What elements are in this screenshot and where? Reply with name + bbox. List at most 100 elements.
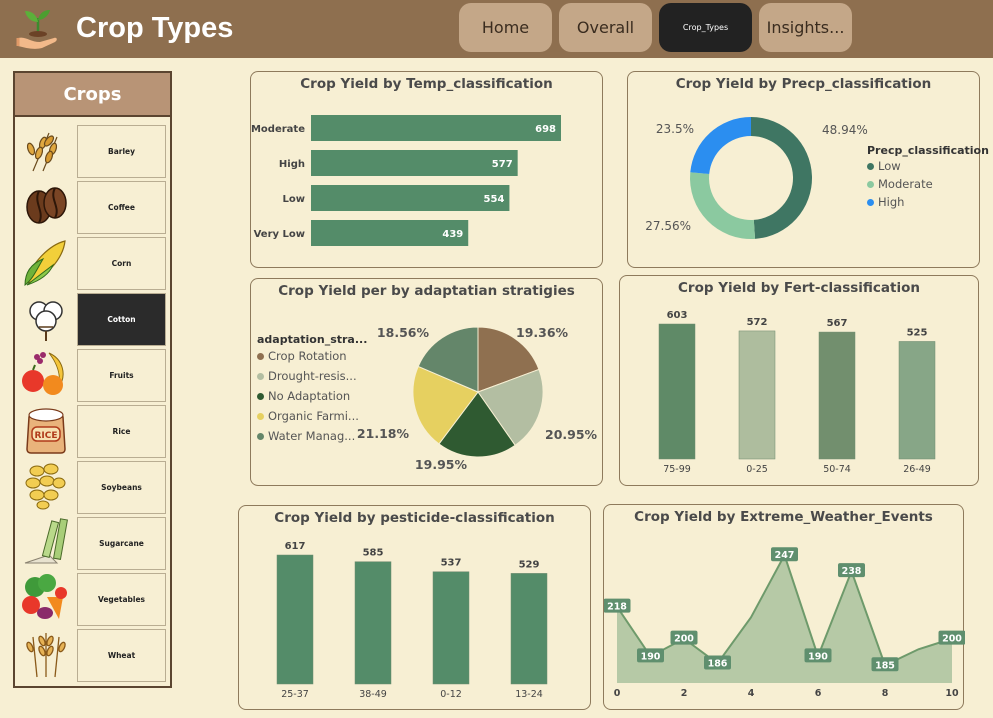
crop-button-vegetables[interactable]: Vegetables xyxy=(77,573,166,626)
legend-item: Low xyxy=(867,157,989,175)
crop-button-fruits[interactable]: Fruits xyxy=(77,349,166,402)
bar xyxy=(311,185,510,211)
category-label: 13-24 xyxy=(515,689,543,700)
data-label: 186 xyxy=(708,658,728,669)
bar xyxy=(510,573,548,685)
adaptation-legend: adaptation_stra... Crop Rotation Drought… xyxy=(257,333,367,446)
bar xyxy=(658,323,696,460)
header-bar: Crop Types Home Overall Crop_Types Insig… xyxy=(0,0,993,58)
fruits-icon xyxy=(22,352,64,395)
data-label: 190 xyxy=(641,651,661,662)
crop-button-wheat[interactable]: Wheat xyxy=(77,629,166,682)
x-tick-label: 2 xyxy=(681,688,688,699)
x-tick-label: 4 xyxy=(748,688,755,699)
legend-item: Crop Rotation xyxy=(257,346,367,366)
donut-slice xyxy=(690,117,751,175)
donut-slice xyxy=(751,117,812,239)
x-tick-label: 8 xyxy=(882,688,889,699)
nav-insights-button[interactable]: Insights... xyxy=(759,3,852,52)
nav-crop-types-button[interactable]: Crop_Types xyxy=(659,3,752,52)
plant-in-hand-icon xyxy=(16,10,57,49)
category-label: Low xyxy=(283,194,305,205)
extreme-weather-chart-card: Crop Yield by Extreme_Weather_Events 218… xyxy=(603,504,965,710)
data-label: 567 xyxy=(827,318,848,329)
adaptation-strategies-chart-card: Crop Yield per by adaptatian stratigies … xyxy=(250,278,603,486)
legend-item: Organic Farmi... xyxy=(257,406,367,426)
data-label: 572 xyxy=(747,317,768,328)
data-label: 238 xyxy=(842,566,862,577)
pesticide-classification-column-chart: 617 25-37 585 38-49 537 0-12 529 13-24 xyxy=(276,541,548,700)
data-label: 585 xyxy=(363,548,384,559)
fert-classification-chart-card: Crop Yield by Fert-classification 603 75-… xyxy=(619,275,979,486)
corn-icon xyxy=(24,240,66,287)
crops-panel-title: Crops xyxy=(15,73,170,117)
bar xyxy=(276,554,314,685)
svg-text:RICE: RICE xyxy=(34,431,57,441)
legend-item: High xyxy=(867,193,989,211)
category-label: 25-37 xyxy=(281,689,309,700)
legend-swatch xyxy=(257,412,264,420)
precp-classification-chart-card: Crop Yield by Precp_classification 48.94… xyxy=(627,71,989,268)
legend-swatch xyxy=(257,352,264,360)
category-label: 0-25 xyxy=(746,464,768,475)
legend-label: High xyxy=(878,195,905,209)
category-label: 26-49 xyxy=(903,464,931,475)
legend-item: Water Manag... xyxy=(257,426,367,446)
data-label: 247 xyxy=(775,550,795,561)
area-fill xyxy=(617,555,952,683)
nav-overall-button[interactable]: Overall xyxy=(559,3,652,52)
data-label: 18.56% xyxy=(377,325,430,340)
data-label: 537 xyxy=(441,558,462,569)
crop-button-coffee[interactable]: Coffee xyxy=(77,181,166,234)
legend-label: Moderate xyxy=(878,177,933,191)
bar xyxy=(311,150,518,176)
wheat-icon xyxy=(26,633,66,678)
data-label: 27.56% xyxy=(645,219,691,233)
data-label: 617 xyxy=(285,541,306,552)
bar xyxy=(311,115,561,141)
coffee-bean-icon xyxy=(26,187,67,224)
crop-button-corn[interactable]: Corn xyxy=(77,237,166,290)
legend-swatch xyxy=(867,180,874,188)
bar xyxy=(818,331,856,460)
legend-swatch xyxy=(867,162,874,170)
crop-button-barley[interactable]: Barley xyxy=(77,125,166,178)
pesticide-classification-chart-card: Crop Yield by pesticide-classification 6… xyxy=(238,505,591,710)
category-label: 75-99 xyxy=(663,464,691,475)
data-label: 525 xyxy=(907,327,928,338)
legend-swatch xyxy=(257,392,264,400)
data-label: 19.95% xyxy=(415,457,468,472)
bar xyxy=(738,330,776,460)
data-label: 698 xyxy=(535,124,556,135)
crop-button-rice[interactable]: Rice xyxy=(77,405,166,458)
legend-label: Organic Farmi... xyxy=(268,409,359,423)
extreme-weather-area-chart: 218 190 200 186 247 190 238 185 200 0 2 4 6 8 10 xyxy=(604,547,965,699)
legend-item: Drought-resis... xyxy=(257,366,367,386)
data-label: 23.5% xyxy=(656,122,694,136)
legend-label: No Adaptation xyxy=(268,389,351,403)
data-label: 218 xyxy=(607,602,627,613)
crop-button-cotton[interactable]: Cotton xyxy=(77,293,166,346)
category-label: 0-12 xyxy=(440,689,462,700)
data-label: 19.36% xyxy=(516,325,569,340)
x-tick-label: 6 xyxy=(815,688,822,699)
legend-item: No Adaptation xyxy=(257,386,367,406)
category-label: 50-74 xyxy=(823,464,851,475)
data-label: 20.95% xyxy=(545,427,598,442)
barley-icon xyxy=(26,132,58,172)
precp-legend: Precp_classification Low Moderate High xyxy=(867,144,989,211)
bar xyxy=(354,561,392,685)
legend-title: Precp_classification xyxy=(867,144,989,157)
data-label: 439 xyxy=(442,229,463,240)
nav-home-button[interactable]: Home xyxy=(459,3,552,52)
legend-swatch xyxy=(257,372,264,380)
category-label: 38-49 xyxy=(359,689,387,700)
bar xyxy=(898,341,936,460)
crop-button-soybeans[interactable]: Soybeans xyxy=(77,461,166,514)
page-title: Crop Types xyxy=(76,12,234,44)
category-label: High xyxy=(279,159,305,170)
vegetables-icon xyxy=(22,574,67,619)
bar xyxy=(432,571,470,685)
legend-label: Water Manag... xyxy=(268,429,356,443)
crop-button-sugarcane[interactable]: Sugarcane xyxy=(77,517,166,570)
